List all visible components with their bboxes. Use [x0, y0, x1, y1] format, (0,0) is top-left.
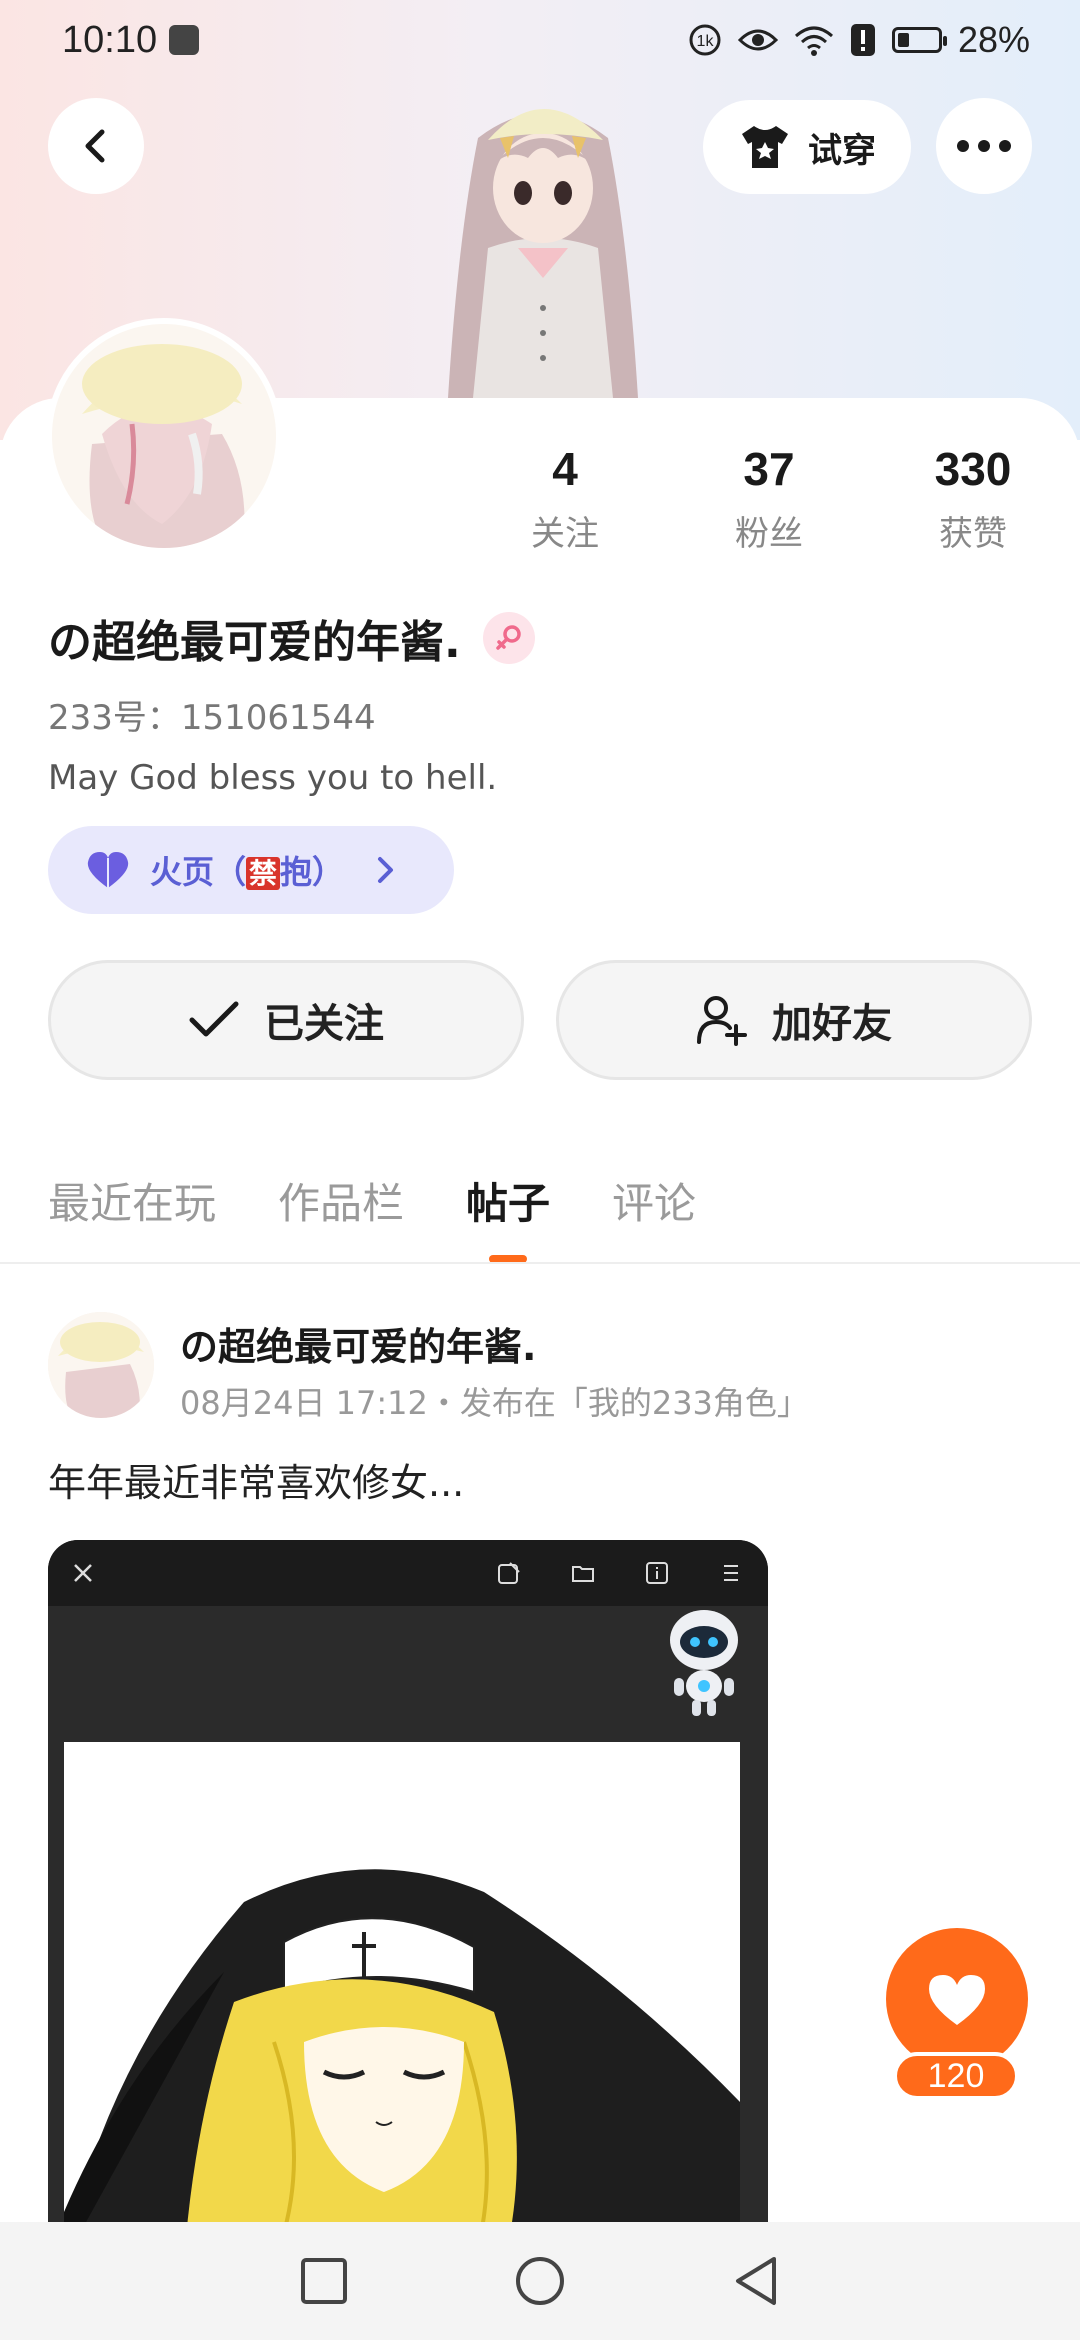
profile-tabs: 最近在玩 作品栏 帖子 评论: [48, 1160, 696, 1263]
tab-posts-label: 帖子: [466, 1178, 551, 1228]
recent-apps-icon[interactable]: [300, 2257, 348, 2305]
tag-label-suffix: 抱）: [280, 853, 345, 891]
tab-comments-label: 评论: [612, 1178, 697, 1228]
relationship-tag[interactable]: 火页（ 禁抱）: [48, 826, 454, 914]
stat-following[interactable]: 4 关注: [490, 440, 640, 555]
post-text[interactable]: 年年最近非常喜欢修女...: [48, 1452, 464, 1507]
stat-likes-value: 330: [934, 443, 1012, 495]
heart-icon: [929, 1975, 985, 2025]
info-icon: [646, 1562, 668, 1584]
avatar-3d-character[interactable]: [418, 78, 668, 398]
tab-works-label: 作品栏: [278, 1178, 405, 1228]
home-icon[interactable]: [514, 2255, 566, 2307]
add-friend-label: 加好友: [772, 1001, 892, 1047]
tab-comments[interactable]: 评论: [612, 1170, 696, 1231]
robot-mascot-icon: [670, 1610, 738, 1716]
stat-following-value: 4: [552, 443, 578, 495]
close-icon: [74, 1564, 92, 1582]
post-image-canvas: [64, 1742, 740, 2240]
heart-icon: [87, 852, 129, 888]
status-left: 10:10: [62, 18, 200, 62]
profile-username: の超绝最可爱的年酱.: [48, 606, 535, 670]
add-friend-button[interactable]: 加好友: [556, 960, 1032, 1080]
post-image-tools: [496, 1560, 744, 1586]
post-author-avatar[interactable]: [48, 1312, 154, 1418]
female-gender-icon: [482, 612, 535, 664]
status-time: 10:10: [62, 18, 158, 61]
menu-icon: [724, 1565, 738, 1581]
tag-label: 火页（ 禁抱）: [150, 847, 344, 893]
profile-stats: 4 关注 37 粉丝 330 获赞: [490, 440, 1040, 560]
tshirt-icon: [742, 126, 788, 168]
notification-icon: [169, 25, 200, 55]
profile-avatar[interactable]: [46, 318, 282, 554]
tag-ban-char: 禁: [246, 857, 281, 890]
back-nav-icon[interactable]: [732, 2255, 780, 2307]
eye-icon: [737, 29, 778, 51]
stat-following-label: 关注: [531, 514, 599, 554]
post-meta: 08月24日 17:12・发布在「我的233角色」: [180, 1384, 809, 1422]
tab-recently-played-label: 最近在玩: [48, 1178, 217, 1228]
post-image-toolbar: [48, 1540, 768, 1606]
more-dots-icon: [957, 140, 1011, 152]
battery-percentage: 28%: [957, 19, 1030, 60]
folder-icon: [572, 1566, 594, 1582]
back-button[interactable]: [48, 98, 144, 194]
username-text: の超绝最可爱的年酱.: [48, 617, 461, 668]
data-usage-icon: 1k: [689, 24, 721, 56]
like-button[interactable]: [886, 1928, 1028, 2070]
profile-bio: May God bless you to hell.: [48, 758, 498, 798]
tab-works[interactable]: 作品栏: [278, 1170, 404, 1231]
try-on-button[interactable]: 试穿: [703, 100, 911, 194]
stat-likes-label: 获赞: [939, 514, 1007, 554]
system-nav-bar: [0, 2222, 1080, 2340]
chevron-left-icon: [85, 129, 105, 163]
profile-uid: 233号：151061544: [48, 698, 376, 738]
stat-followers-label: 粉丝: [735, 514, 803, 554]
more-button[interactable]: [936, 98, 1032, 194]
battery-icon: [891, 27, 947, 53]
chevron-right-icon: [378, 857, 394, 883]
post-image[interactable]: [48, 1540, 768, 2240]
tag-label-prefix: 火页（: [150, 853, 247, 891]
svg-text:1k: 1k: [696, 33, 714, 50]
tab-posts[interactable]: 帖子: [466, 1170, 551, 1263]
stat-followers[interactable]: 37 粉丝: [694, 440, 844, 555]
like-count: 120: [893, 2052, 1019, 2100]
following-label: 已关注: [264, 1001, 384, 1047]
status-right: 1k 28%: [688, 19, 1030, 61]
stat-followers-value: 37: [743, 443, 795, 495]
alert-icon: [850, 24, 875, 56]
post-author-name[interactable]: の超绝最可爱的年酱.: [180, 1316, 536, 1371]
edit-icon: [498, 1562, 520, 1584]
battery-fill: [897, 33, 909, 47]
following-button[interactable]: 已关注: [48, 960, 524, 1080]
stat-likes[interactable]: 330 获赞: [898, 440, 1048, 555]
tabs-divider: [0, 1262, 1080, 1264]
tab-recently-played[interactable]: 最近在玩: [48, 1170, 216, 1231]
status-bar: 10:10 1k 28%: [0, 0, 1080, 80]
wifi-icon: [794, 26, 833, 56]
check-icon: [189, 1001, 239, 1037]
add-user-icon: [697, 996, 747, 1046]
try-on-label: 试穿: [808, 130, 876, 171]
